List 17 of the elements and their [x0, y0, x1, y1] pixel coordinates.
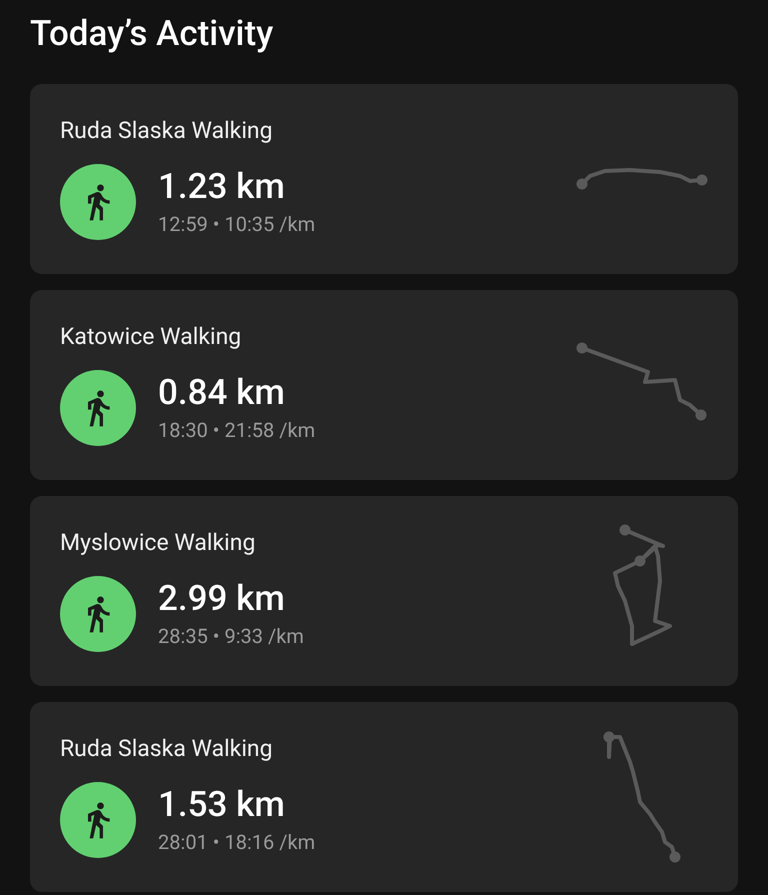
activity-card[interactable]: Ruda Slaska Walking 1.23 km 12:59 • 10:35 /km	[30, 84, 738, 274]
activity-name: Ruda Slaska Walking	[60, 734, 273, 764]
activity-distance: 1.53 km	[158, 784, 285, 826]
activity-card[interactable]: Myslowice Walking 2.99 km 28:35 • 9:33 /km	[30, 496, 738, 686]
activity-distance: 0.84 km	[158, 372, 285, 414]
activity-name: Myslowice Walking	[60, 528, 256, 558]
activity-distance: 1.23 km	[158, 166, 285, 208]
activity-stats: 18:30 • 21:58 /km	[158, 417, 316, 444]
activity-stats: 28:35 • 9:33 /km	[158, 623, 304, 650]
activity-card[interactable]: Katowice Walking 0.84 km 18:30 • 21:58 /km	[30, 290, 738, 480]
activity-stats: 12:59 • 10:35 /km	[158, 211, 316, 238]
activity-name: Ruda Slaska Walking	[60, 116, 273, 146]
activity-stats: 28:01 • 18:16 /km	[158, 829, 316, 856]
page-title: Today’s Activity	[30, 16, 274, 50]
activity-distance: 2.99 km	[158, 578, 285, 620]
activity-name: Katowice Walking	[60, 322, 242, 352]
activity-card[interactable]: Ruda Slaska Walking 1.53 km 28:01 • 18:16 /km	[30, 702, 738, 892]
